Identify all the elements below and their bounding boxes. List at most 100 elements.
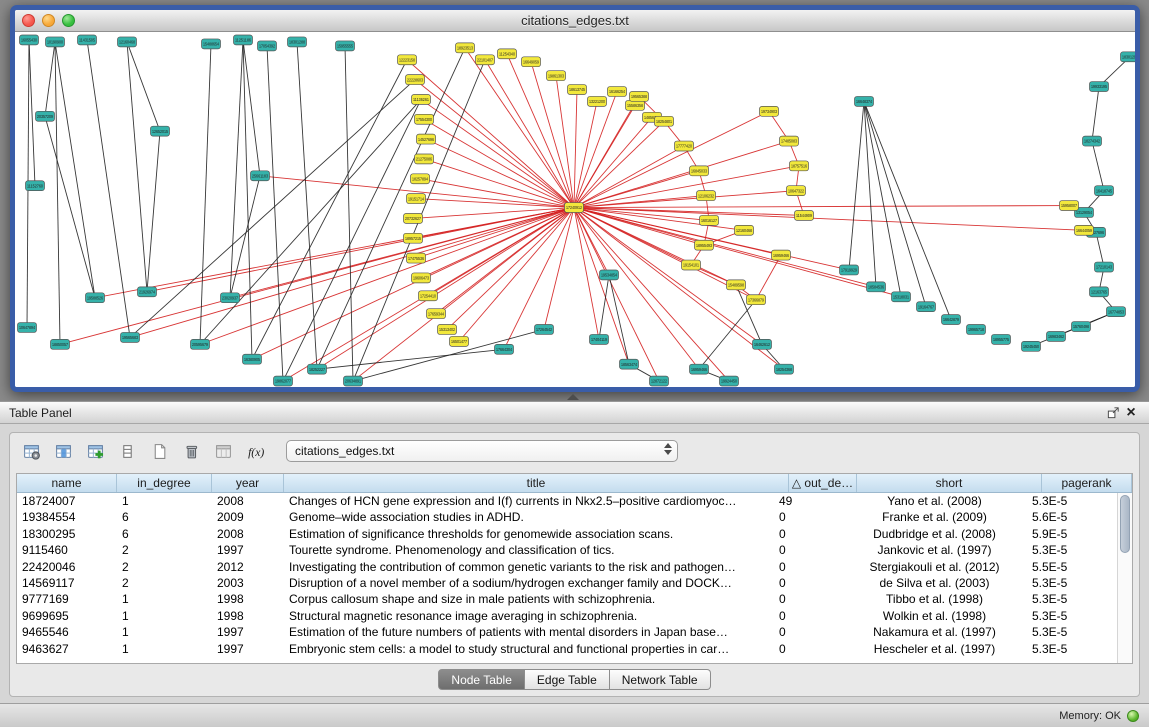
column-header-out_de[interactable]: △ out_de… [789, 474, 857, 492]
network-node[interactable]: 16380905 [243, 354, 262, 364]
network-node[interactable]: 18613745 [568, 85, 587, 95]
network-node[interactable]: 19154101 [682, 260, 701, 270]
network-node[interactable]: 22228603 [406, 75, 425, 85]
network-node[interactable]: 12106232 [697, 191, 716, 201]
network-node[interactable]: 17254410 [419, 291, 438, 301]
network-node[interactable]: 16983462 [1047, 331, 1066, 341]
table-row[interactable]: 946362711997Embryonic stem cells: a mode… [17, 641, 1117, 657]
network-node[interactable]: 18274342 [1083, 136, 1102, 146]
network-node[interactable]: 11254340 [498, 49, 517, 59]
tab-network-table[interactable]: Network Table [610, 669, 711, 690]
network-node[interactable]: 11251186 [234, 35, 253, 45]
tab-edge-table[interactable]: Edge Table [525, 669, 610, 690]
network-node[interactable]: 17210143 [1095, 262, 1114, 272]
network-node[interactable]: 10647322 [787, 186, 806, 196]
network-node[interactable]: 17264542 [535, 325, 554, 335]
network-node[interactable]: 20634891 [344, 376, 363, 386]
network-node[interactable]: 22101407 [476, 55, 495, 65]
network-node[interactable]: 15760498 [1072, 322, 1091, 332]
network-node[interactable]: 18584536 [867, 282, 886, 292]
column-header-pagerank[interactable]: pagerank [1042, 474, 1132, 492]
network-node[interactable]: 18563474 [620, 359, 639, 369]
network-node[interactable]: 19862077 [274, 376, 293, 386]
network-node[interactable]: 20595679 [191, 339, 210, 349]
network-node[interactable]: 18257894 [411, 174, 430, 184]
network-node[interactable]: 17054392 [258, 41, 277, 51]
network-node[interactable]: 16055430 [20, 35, 39, 45]
network-node[interactable]: 16642879 [942, 315, 961, 325]
network-node[interactable]: 18252227 [308, 364, 327, 374]
network-node[interactable]: 19606473 [412, 273, 431, 283]
network-node[interactable]: 15318031 [892, 292, 911, 302]
network-node[interactable]: 19565388 [630, 91, 649, 101]
network-node[interactable]: 16959466 [772, 250, 791, 260]
new-file-icon[interactable] [146, 439, 172, 463]
network-node[interactable]: 10647894 [18, 323, 37, 333]
network-node[interactable]: 18957215 [404, 233, 423, 243]
network-node[interactable]: 18757516 [790, 161, 809, 171]
column-header-short[interactable]: short [857, 474, 1042, 492]
network-node[interactable]: 25661183 [251, 171, 270, 181]
column-visibility-icon[interactable] [50, 439, 76, 463]
network-node[interactable]: 12163765 [1090, 287, 1109, 297]
table-selector-dropdown[interactable]: citations_edges.txt [286, 440, 678, 462]
table-row[interactable]: 969969511998Structural magnetic resonanc… [17, 608, 1117, 624]
network-node[interactable]: 16418745 [1095, 186, 1114, 196]
network-node[interactable]: 13221200 [588, 96, 607, 106]
map-table-icon[interactable] [210, 439, 236, 463]
column-header-name[interactable]: name [17, 474, 117, 492]
network-node[interactable]: 17919929 [840, 265, 859, 275]
network-node[interactable]: 11152760 [26, 181, 45, 191]
network-node[interactable]: 11136261 [412, 94, 431, 104]
network-canvas[interactable]: 1605543010190900114315051216046815488654… [15, 32, 1135, 387]
network-node[interactable]: 16774853 [1107, 307, 1126, 317]
network-node[interactable]: 10190900 [46, 37, 65, 47]
network-node[interactable]: 12160468 [118, 37, 137, 47]
network-node[interactable]: 16501477 [450, 336, 469, 346]
float-panel-icon[interactable] [1104, 405, 1122, 421]
network-node[interactable]: 18301293 [1121, 52, 1136, 62]
network-node[interactable]: 15958007 [1060, 201, 1079, 211]
scrollbar-thumb[interactable] [1120, 495, 1130, 553]
network-node[interactable]: 18254368 [775, 364, 794, 374]
network-node[interactable]: 12652015 [151, 126, 170, 136]
network-node[interactable]: 17240912 [565, 203, 584, 213]
network-node[interactable]: 19245450 [1022, 341, 1041, 351]
network-node[interactable]: 14527696 [417, 134, 436, 144]
function-builder-icon[interactable]: f(x) [242, 439, 268, 463]
network-node[interactable]: 18923513 [456, 43, 475, 53]
network-node[interactable]: 17659344 [427, 309, 446, 319]
network-node[interactable]: 20732627 [404, 213, 423, 223]
table-scrollbar[interactable] [1117, 493, 1132, 663]
table-settings-icon[interactable] [18, 439, 44, 463]
column-header-in_degree[interactable]: in_degree [117, 474, 212, 492]
network-node[interactable]: 15955555 [336, 41, 355, 51]
network-node[interactable]: 19534854 [600, 270, 619, 280]
network-node[interactable]: 16166254 [608, 87, 627, 97]
network-node[interactable]: 19933195 [1090, 82, 1109, 92]
network-node[interactable]: 12160468 [735, 225, 754, 235]
network-node[interactable]: 19734903 [760, 106, 779, 116]
table-row[interactable]: 1938455462009Genome–wide association stu… [17, 509, 1117, 525]
network-node[interactable]: 11544909 [795, 210, 814, 220]
delete-table-icon[interactable] [178, 439, 204, 463]
network-node[interactable]: 11431505 [78, 35, 97, 45]
table-row[interactable]: 1872400712008Changes of HCN gene express… [17, 493, 1117, 509]
network-node[interactable]: 17485083 [780, 136, 799, 146]
network-node[interactable]: 15489598 [727, 280, 746, 290]
network-node[interactable]: 16959466 [690, 364, 709, 374]
network-node[interactable]: 19565683 [121, 332, 140, 342]
network-node[interactable]: 19861303 [547, 71, 566, 81]
close-panel-icon[interactable]: × [1122, 405, 1140, 421]
table-row[interactable]: 1830029562008Estimation of significance … [17, 526, 1117, 542]
tab-node-table[interactable]: Node Table [438, 669, 525, 690]
network-node[interactable]: 19164767 [917, 302, 936, 312]
network-node[interactable]: 18301288 [288, 37, 307, 47]
network-node[interactable]: 16644059 [1075, 225, 1094, 235]
network-node[interactable]: 23020937 [221, 293, 240, 303]
network-node[interactable]: 18955775 [992, 334, 1011, 344]
network-node[interactable]: 19924450 [720, 376, 739, 386]
network-node[interactable]: 17475536 [407, 253, 426, 263]
network-node[interactable]: 12223158 [398, 55, 417, 65]
table-row[interactable]: 911546021997Tourette syndrome. Phenomeno… [17, 542, 1117, 558]
